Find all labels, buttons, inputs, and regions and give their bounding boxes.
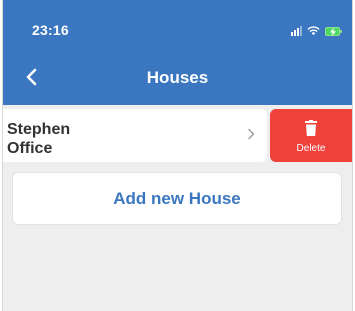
navigation-header: 23:16 Houses <box>3 0 352 105</box>
house-row[interactable]: Stephen Office <box>3 109 267 162</box>
battery-charging-icon <box>325 27 342 36</box>
wifi-icon <box>307 26 320 36</box>
add-new-house-label: Add new House <box>113 188 241 208</box>
house-list-item: Stephen Office Delete <box>3 109 352 162</box>
add-new-house-button[interactable]: Add new House <box>12 172 342 225</box>
house-name-line-2: Office <box>7 140 53 157</box>
delete-label: Delete <box>296 143 326 154</box>
status-icons <box>291 24 342 36</box>
chevron-right-icon <box>248 128 255 140</box>
signal-icon <box>291 26 302 36</box>
house-name-line-1: Stephen <box>7 121 71 138</box>
house-name: Stephen Office <box>7 120 187 158</box>
trash-icon <box>305 120 317 136</box>
delete-button[interactable]: Delete <box>270 109 352 162</box>
status-time: 23:16 <box>32 22 69 38</box>
app-screen: 23:16 Houses Stephen Office Delete Add n… <box>2 0 353 311</box>
page-title: Houses <box>146 68 209 87</box>
